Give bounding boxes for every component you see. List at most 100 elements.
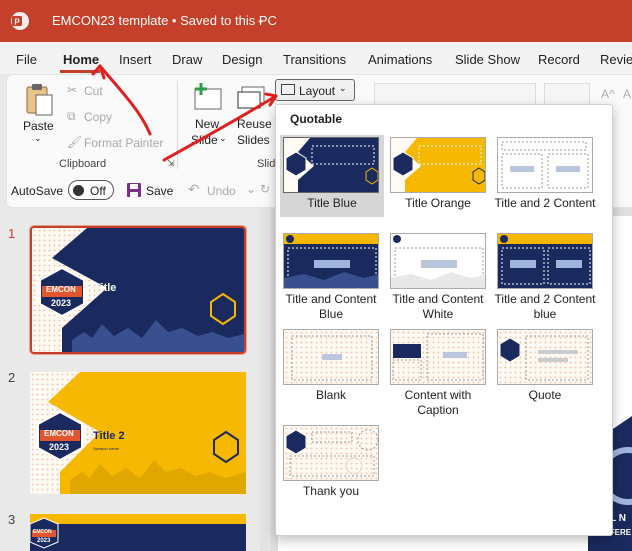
layout-content-with-caption[interactable]: Content with Caption	[387, 329, 489, 418]
tab-insert[interactable]: Insert	[119, 52, 152, 67]
layout-preview	[497, 137, 593, 193]
group-separator	[177, 81, 178, 169]
slide-badge-top: EMCON	[33, 529, 52, 535]
increase-font-icon[interactable]: A^	[601, 87, 615, 101]
layout-caption: Title and 2 Content blue	[494, 292, 596, 321]
layout-preview	[283, 233, 379, 289]
scissors-icon: ✂	[67, 83, 78, 97]
chevron-down-icon[interactable]: ⌄	[219, 133, 227, 144]
slide-badge-bottom: 2023	[51, 298, 72, 308]
layout-caption: Content with Caption	[404, 388, 472, 417]
chevron-down-icon: ⌄	[339, 83, 347, 93]
layout-preview	[497, 329, 593, 385]
title-bar: P EMCON23 template • Saved to this PC ⌄	[0, 0, 632, 42]
format-painter-button[interactable]: Format Painter	[84, 136, 163, 150]
layout-title-and-content-white[interactable]: Title and Content White	[387, 233, 489, 322]
copy-button[interactable]: Copy	[84, 110, 112, 124]
chevron-down-icon[interactable]: ⌄	[34, 133, 42, 144]
slide-thumbnail-2[interactable]: EMCON 2023 Title 2 Speaker name	[30, 372, 246, 494]
chevron-down-icon[interactable]: ⌄	[246, 182, 256, 196]
tab-transitions[interactable]: Transitions	[283, 52, 346, 67]
slide-title: Title 2	[93, 430, 125, 442]
slide-subtitle: Speaker name	[93, 446, 120, 451]
layout-preview	[497, 233, 593, 289]
tab-slide-show[interactable]: Slide Show	[455, 52, 520, 67]
redo-icon[interactable]: ↻	[260, 182, 270, 196]
save-button[interactable]: Save	[146, 184, 173, 198]
thumbnail-scrollbar[interactable]	[260, 208, 268, 551]
decrease-font-icon[interactable]: A	[623, 87, 631, 101]
undo-icon[interactable]: ↶	[188, 181, 200, 198]
slide-3-artwork	[30, 514, 246, 551]
copy-icon: ⧉	[67, 109, 76, 123]
layout-caption: Title and Content Blue	[285, 292, 377, 321]
slide-title: Title	[94, 282, 117, 294]
new-slide-icon[interactable]	[193, 83, 223, 111]
tab-animations[interactable]: Animations	[368, 52, 432, 67]
tab-home[interactable]: Home	[63, 52, 99, 67]
layout-title-and-2-content[interactable]: Title and 2 Content	[494, 137, 596, 211]
layout-caption: Title Blue	[307, 196, 357, 210]
clipboard-group-label: Clipboard	[59, 158, 107, 170]
paste-button[interactable]: Paste	[23, 119, 54, 133]
layout-caption: Title Orange	[405, 196, 471, 210]
svg-text:P: P	[14, 18, 20, 27]
slide-thumbnail-pane: 1 2 3 EMCON 2023 Title EMCON 2023 Title …	[0, 208, 268, 551]
layout-icon	[281, 84, 295, 95]
layout-title-blue[interactable]: Title Blue	[280, 135, 384, 217]
new-slide-button[interactable]: New	[195, 117, 219, 131]
autosave-toggle[interactable]: Off	[68, 180, 114, 200]
layout-thank-you[interactable]: Thank you	[280, 425, 382, 499]
slide-number: 2	[8, 370, 16, 385]
document-title[interactable]: EMCON23 template • Saved to this PC	[52, 13, 277, 28]
powerpoint-app-icon[interactable]: P	[10, 11, 30, 31]
reuse-slides-icon[interactable]	[236, 85, 266, 111]
layout-caption: Title and 2 Content	[494, 196, 596, 210]
layout-title-orange[interactable]: Title Orange	[387, 137, 489, 211]
chevron-down-icon[interactable]: ⌄	[256, 13, 265, 26]
slide-number: 3	[8, 512, 16, 527]
layout-caption: Title and Content White	[392, 292, 484, 321]
autosave-label: AutoSave	[11, 184, 64, 198]
tab-draw[interactable]: Draw	[172, 52, 202, 67]
layout-preview	[283, 137, 379, 193]
paste-icon[interactable]	[23, 83, 55, 119]
active-tab-underline	[60, 70, 100, 73]
slide-badge-bottom: 2023	[37, 538, 51, 544]
slide-thumbnail-1[interactable]: EMCON 2023 Title	[29, 225, 247, 355]
undo-button[interactable]: Undo	[207, 184, 236, 198]
dialog-launcher-icon[interactable]: ⇲	[167, 158, 175, 169]
slide-number: 1	[8, 226, 16, 241]
slide-badge-top: EMCON	[44, 429, 74, 438]
layout-caption: Blank	[315, 388, 347, 402]
save-icon[interactable]	[126, 182, 142, 198]
tab-review[interactable]: Review	[600, 52, 632, 67]
ribbon-tabs: File Home Insert Draw Design Transitions…	[0, 42, 632, 74]
reuse-slides-button-label[interactable]: Slides	[237, 133, 270, 147]
layout-title-and-2-content-blue[interactable]: Title and 2 Content blue	[494, 233, 596, 322]
slide-badge-top: EMCON	[46, 285, 76, 294]
toggle-state: Off	[90, 184, 106, 198]
tab-design[interactable]: Design	[222, 52, 262, 67]
layout-preview	[283, 425, 379, 481]
layout-caption: Quote	[528, 388, 562, 402]
slide-thumbnail-3[interactable]: EMCON 2023	[30, 514, 246, 551]
layout-preview	[283, 329, 379, 385]
layout-preview	[390, 233, 486, 289]
format-painter-icon: 🖌	[67, 135, 83, 149]
layout-gallery-dropdown: Quotable Title Blue Title Orange Title a…	[275, 104, 613, 536]
layout-caption: Thank you	[302, 484, 360, 498]
layout-button[interactable]: Layout ⌄	[275, 79, 355, 101]
slide-badge-bottom: 2023	[49, 442, 70, 452]
new-slide-button-label[interactable]: Slide	[191, 133, 218, 147]
cut-button[interactable]: Cut	[84, 84, 103, 98]
reuse-slides-button[interactable]: Reuse	[237, 117, 272, 131]
layout-blank[interactable]: Blank	[280, 329, 382, 403]
tab-file[interactable]: File	[16, 52, 37, 67]
layout-title-and-content-blue[interactable]: Title and Content Blue	[280, 233, 382, 322]
layout-preview	[390, 137, 486, 193]
gallery-heading: Quotable	[290, 112, 343, 126]
layout-quote[interactable]: Quote	[494, 329, 596, 403]
tab-record[interactable]: Record	[538, 52, 580, 67]
layout-button-label: Layout	[299, 84, 336, 98]
